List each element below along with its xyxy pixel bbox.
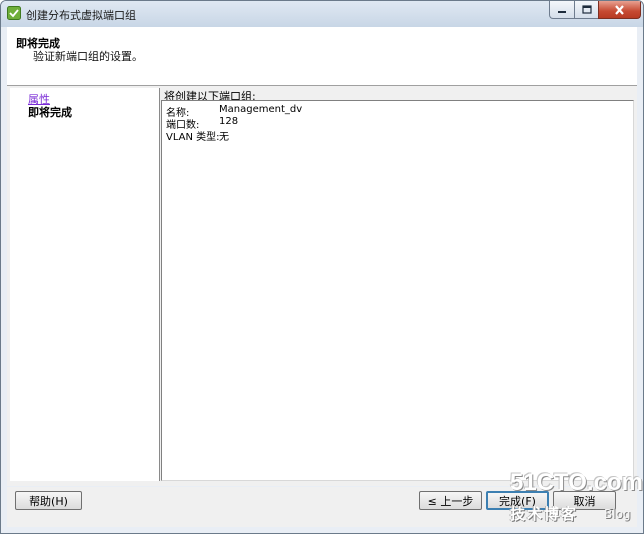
summary-panel: 名称: Management_dv 端口数: 128 VLAN 类型: 无 bbox=[161, 100, 634, 481]
step-navigation: 属性 即将完成 bbox=[10, 88, 160, 481]
minimize-icon bbox=[558, 10, 566, 13]
wizard-body: 属性 即将完成 将创建以下端口组: 名称: Management_dv 端口数:… bbox=[7, 86, 637, 486]
help-button[interactable]: 帮助(H) bbox=[15, 491, 82, 510]
wizard-header: 即将完成 验证新端口组的设置。 bbox=[7, 27, 637, 86]
nav-step-ready-to-complete: 即将完成 bbox=[28, 106, 72, 119]
summary-label: VLAN 类型: bbox=[166, 132, 220, 143]
finish-button[interactable]: 完成(F) bbox=[486, 491, 549, 510]
close-icon bbox=[615, 4, 624, 15]
dialog-window: 创建分布式虚拟端口组 即将完成 验证新端口组的设置。 属性 即将完成 将创建以下… bbox=[0, 0, 644, 534]
summary-value: 无 bbox=[219, 132, 229, 143]
cancel-button[interactable]: 取消 bbox=[553, 491, 616, 510]
summary-value: 128 bbox=[219, 116, 239, 127]
summary-value: Management_dv bbox=[219, 104, 303, 115]
vsphere-app-icon bbox=[7, 6, 21, 20]
maximize-icon bbox=[581, 5, 592, 14]
maximize-button[interactable] bbox=[574, 1, 599, 19]
button-bar: 帮助(H) ≤ 上一步 完成(F) 取消 bbox=[7, 487, 637, 527]
page-subtitle: 验证新端口组的设置。 bbox=[33, 50, 143, 63]
minimize-button[interactable] bbox=[549, 1, 575, 19]
close-button[interactable] bbox=[598, 1, 641, 19]
back-button[interactable]: ≤ 上一步 bbox=[419, 491, 482, 510]
title-bar[interactable]: 创建分布式虚拟端口组 bbox=[1, 1, 643, 27]
window-title: 创建分布式虚拟端口组 bbox=[26, 9, 136, 22]
